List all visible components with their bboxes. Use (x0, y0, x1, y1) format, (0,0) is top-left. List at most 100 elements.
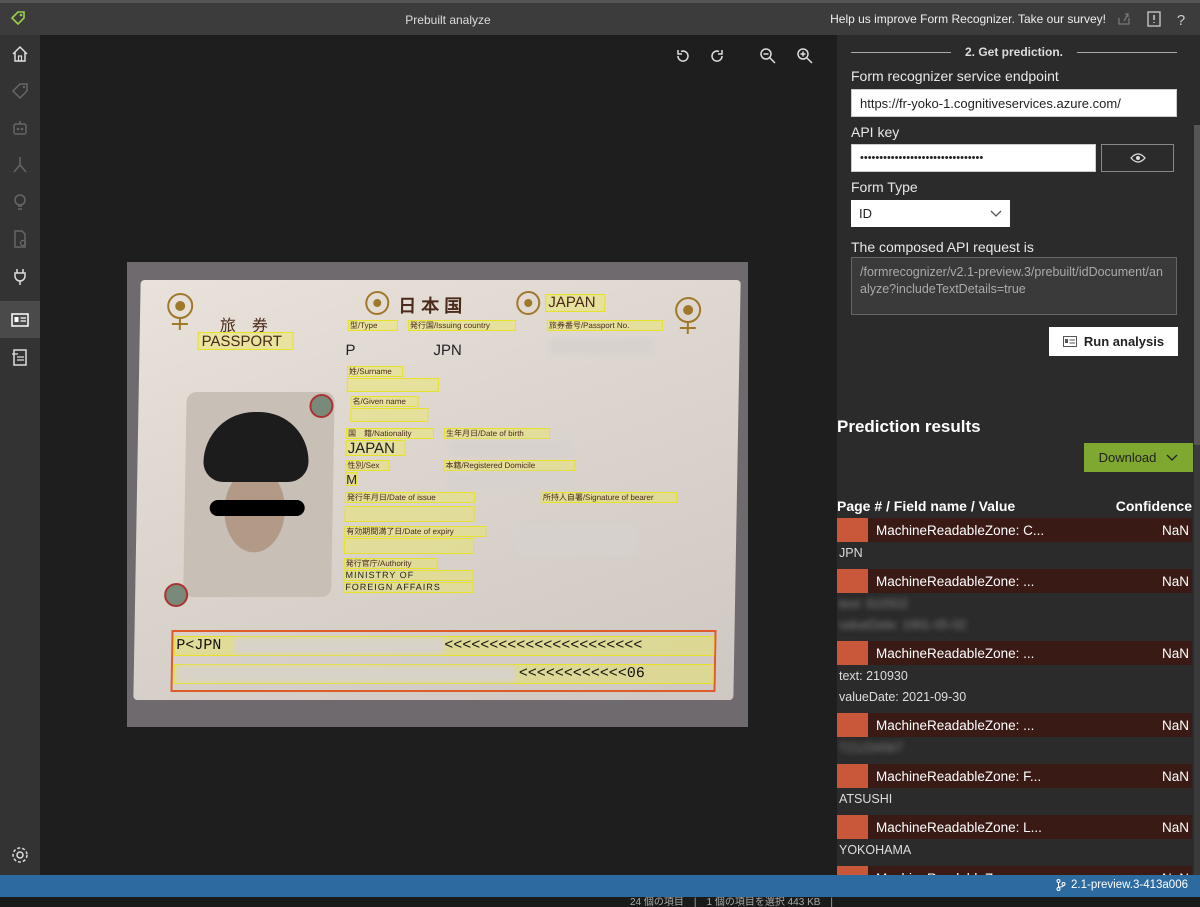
result-row[interactable]: MachineReadableZone: ...NaN (837, 641, 1192, 665)
authority-line-1: MINISTRY OF (345, 570, 415, 580)
result-value: JPN (839, 546, 863, 560)
result-value: YOKOHAMA (839, 843, 912, 857)
field-color-swatch (837, 764, 868, 788)
formtype-label: Form Type (851, 179, 918, 195)
nav-predict[interactable] (0, 183, 40, 220)
zoom-out-icon[interactable] (759, 47, 777, 65)
result-confidence: NaN (1161, 646, 1189, 661)
zoom-in-icon[interactable] (796, 47, 814, 65)
ocr-highlight (344, 506, 475, 522)
status-bar: 2.1-preview.3-413a006 (0, 875, 1200, 897)
left-navigation (0, 35, 40, 875)
lightbulb-icon (14, 193, 26, 210)
apikey-label: API key (851, 124, 900, 140)
formtype-value: ID (859, 206, 872, 221)
nav-receipt[interactable] (0, 338, 40, 375)
ocr-highlight (343, 538, 475, 554)
nav-layout[interactable] (0, 220, 40, 257)
result-row[interactable]: MachineReadableZone: F... NaN (837, 764, 1192, 788)
field-color-swatch (837, 815, 868, 839)
passport-header-en: JAPAN (548, 294, 596, 311)
download-label: Download (1098, 450, 1157, 465)
gear-icon (12, 846, 28, 863)
nav-compose[interactable] (0, 146, 40, 183)
id-card-icon (1062, 336, 1077, 347)
field-color-swatch (837, 713, 868, 737)
result-confidence: NaN (1161, 523, 1189, 538)
type-label: 型/Type (349, 321, 378, 330)
os-taskbar: 24 個の項目 | 1 個の項目を選択 443 KB | (0, 897, 1200, 907)
dob-label: 生年月日/Date of birth (445, 429, 524, 438)
branch-icon (1056, 879, 1066, 891)
run-analysis-button[interactable]: Run analysis (1049, 327, 1178, 356)
document-list-icon (12, 348, 27, 366)
redacted-field (447, 440, 574, 456)
endpoint-input[interactable]: https://fr-yoko-1.cognitiveservices.azur… (851, 89, 1177, 117)
rotate-right-icon[interactable] (708, 47, 726, 65)
domicile-label: 本籍/Registered Domicile (445, 461, 536, 470)
result-confidence: NaN (1161, 769, 1189, 784)
eye-redaction-bar (209, 500, 305, 516)
result-value: text: 910502 (839, 597, 908, 611)
result-confidence: NaN (1161, 574, 1189, 589)
nav-home[interactable] (0, 35, 40, 72)
explorer-status: 24 個の項目 | 1 個の項目を選択 443 KB | (630, 897, 834, 907)
formtype-select[interactable]: ID (851, 200, 1010, 227)
result-row[interactable]: MachineReadableZone: ...NaN (837, 866, 1192, 875)
survey-link[interactable]: Help us improve Form Recognizer. Take ou… (830, 12, 1106, 26)
rotate-left-icon[interactable] (674, 47, 692, 65)
result-confidence: NaN (1161, 820, 1189, 835)
chrysanthemum-emblem-icon (516, 291, 541, 315)
request-textarea[interactable]: /formrecognizer/v2.1-preview.3/prebuilt/… (851, 257, 1177, 315)
issue-date-label: 発行年月日/Date of issue (346, 493, 436, 502)
result-value: TZ1234567 (839, 741, 903, 755)
nav-prebuilt[interactable] (0, 301, 40, 338)
field-color-swatch (837, 641, 868, 665)
window-title: Prebuilt analyze (405, 13, 491, 27)
robot-icon (13, 120, 27, 135)
type-value: P (345, 342, 356, 359)
field-color-swatch (837, 518, 868, 542)
nav-settings[interactable] (0, 836, 40, 873)
help-icon[interactable]: ? (1172, 10, 1190, 28)
result-confidence: NaN (1161, 718, 1189, 733)
sex-value: M (346, 472, 358, 487)
nav-tags[interactable] (0, 72, 40, 109)
result-value: valueDate: 2021-09-30 (839, 690, 967, 704)
mrz-line-1-start: P<JPN (176, 637, 222, 654)
result-field-name: MachineReadableZone: ... (876, 718, 1035, 733)
passport-header-jp: 日 本 国 (398, 296, 463, 316)
result-value: valueDate: 1991-05-02 (839, 618, 967, 632)
show-key-button[interactable] (1101, 144, 1174, 172)
panel-scrollbar[interactable] (1194, 125, 1200, 875)
passport-number-label: 旅券番号/Passport No. (548, 321, 630, 330)
result-row[interactable]: MachineReadableZone: C... NaN (837, 518, 1192, 542)
prediction-results-title: Prediction results (837, 417, 981, 436)
tag-icon (11, 82, 28, 99)
apikey-input[interactable]: •••••••••••••••••••••••••••••••• (851, 144, 1096, 172)
result-field-name: MachineReadableZone: L... (876, 820, 1042, 835)
svg-text:?: ? (1177, 12, 1185, 28)
scrollbar-thumb[interactable] (1194, 125, 1200, 445)
prediction-panel: 2. Get prediction. Form recognizer servi… (837, 35, 1200, 875)
result-field-name: MachineReadableZone: ... (876, 574, 1035, 589)
authority-label: 発行官庁/Authority (345, 559, 412, 568)
plug-icon (14, 268, 26, 285)
nav-train[interactable] (0, 109, 40, 146)
version-text: 2.1-preview.3-413a006 (1071, 879, 1188, 891)
result-value: ATSUSHI (839, 792, 893, 806)
nationality-label: 国 籍/Nationality (347, 429, 412, 438)
share-icon[interactable] (1115, 10, 1133, 28)
download-button[interactable]: Download (1084, 443, 1193, 472)
version-info: 2.1-preview.3-413a006 (1056, 879, 1188, 891)
nav-connections[interactable] (0, 257, 40, 294)
document-gear-icon (14, 229, 27, 248)
country-value: JPN (433, 342, 462, 359)
field-color-swatch (837, 569, 868, 593)
feedback-icon[interactable] (1145, 10, 1163, 28)
column-header-field: Page # / Field name / Value (837, 498, 1016, 514)
result-row[interactable]: MachineReadableZone: ... NaN (837, 713, 1192, 737)
result-row[interactable]: MachineReadableZone: L... NaN (837, 815, 1192, 839)
title-bar: Prebuilt analyze Help us improve Form Re… (0, 0, 1200, 35)
result-row[interactable]: MachineReadableZone: ... NaN (837, 569, 1192, 593)
